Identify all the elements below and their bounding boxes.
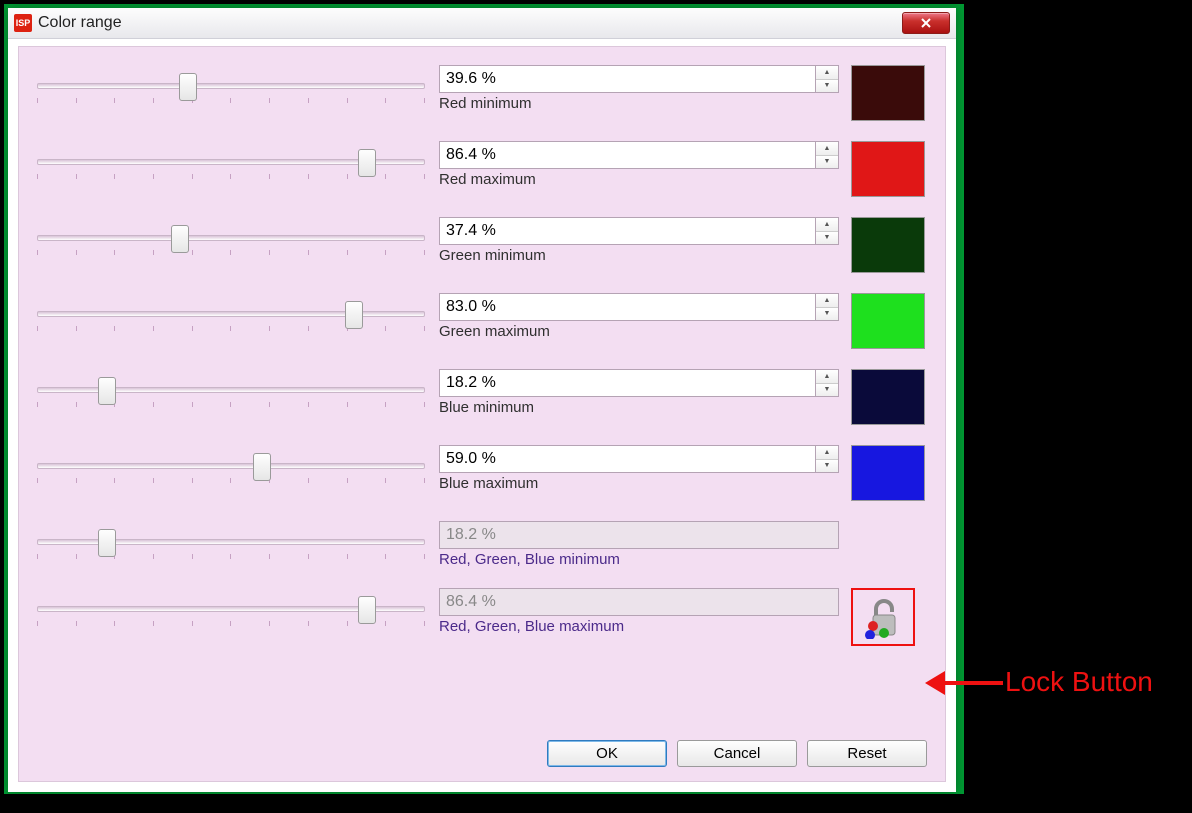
spin-up[interactable]: ▲: [816, 446, 838, 460]
titlebar[interactable]: ISP Color range: [8, 8, 956, 39]
close-icon: [920, 17, 932, 29]
spin-up[interactable]: ▲: [816, 142, 838, 156]
label-rgb-min: Red, Green, Blue minimum: [439, 551, 839, 568]
swatch-green-min: [851, 217, 925, 273]
value-input-green-min[interactable]: [439, 217, 815, 245]
slider-thumb[interactable]: [345, 301, 363, 329]
dialog-button-row: OK Cancel Reset: [547, 740, 927, 767]
slider-green-max[interactable]: [31, 299, 431, 329]
color-range-dialog: ISP Color range ▲▼Red minimum▲▼Red maxim…: [8, 8, 956, 792]
spin-down[interactable]: ▼: [816, 384, 838, 397]
dialog-body: ▲▼Red minimum▲▼Red maximum▲▼Green minimu…: [18, 46, 946, 782]
spin-up[interactable]: ▲: [816, 370, 838, 384]
row-rgb-max: ▲▼Red, Green, Blue maximum: [31, 588, 933, 646]
swatch-blue-min: [851, 369, 925, 425]
label-rgb-max: Red, Green, Blue maximum: [439, 618, 839, 635]
swatch-red-max: [851, 141, 925, 197]
window-title: Color range: [38, 14, 122, 32]
slider-green-min[interactable]: [31, 223, 431, 253]
slider-thumb[interactable]: [358, 149, 376, 177]
lock-button[interactable]: [851, 588, 915, 646]
slider-thumb[interactable]: [179, 73, 197, 101]
row-green-min: ▲▼ Green minimum: [31, 217, 933, 273]
cancel-button[interactable]: Cancel: [677, 740, 797, 767]
row-rgb-min: ▲▼Red, Green, Blue minimum: [31, 521, 933, 568]
swatch-green-max: [851, 293, 925, 349]
lock-icon: [862, 595, 904, 639]
slider-red-min[interactable]: [31, 71, 431, 101]
spin-down[interactable]: ▼: [816, 156, 838, 169]
value-input-rgb-min: [439, 521, 839, 549]
row-blue-max: ▲▼ Blue maximum: [31, 445, 933, 501]
spin-down[interactable]: ▼: [816, 308, 838, 321]
spin-down[interactable]: ▼: [816, 232, 838, 245]
value-input-rgb-max: [439, 588, 839, 616]
value-input-blue-max[interactable]: [439, 445, 815, 473]
slider-rgb-min[interactable]: [31, 527, 431, 557]
label-green-max: Green maximum: [439, 323, 839, 340]
value-input-green-max[interactable]: [439, 293, 815, 321]
annotation-label: Lock Button: [1005, 666, 1153, 698]
slider-rgb-max[interactable]: [31, 594, 431, 624]
slider-red-max[interactable]: [31, 147, 431, 177]
value-input-red-min[interactable]: [439, 65, 815, 93]
close-button[interactable]: [902, 12, 950, 34]
slider-thumb[interactable]: [171, 225, 189, 253]
spin-up[interactable]: ▲: [816, 294, 838, 308]
swatch-blue-max: [851, 445, 925, 501]
row-red-min: ▲▼ Red minimum: [31, 65, 933, 121]
reset-button[interactable]: Reset: [807, 740, 927, 767]
label-red-min: Red minimum: [439, 95, 839, 112]
spin-down[interactable]: ▼: [816, 80, 838, 93]
label-blue-min: Blue minimum: [439, 399, 839, 416]
label-red-max: Red maximum: [439, 171, 839, 188]
spin-up[interactable]: ▲: [816, 218, 838, 232]
spin-down[interactable]: ▼: [816, 460, 838, 473]
slider-thumb[interactable]: [98, 377, 116, 405]
slider-thumb[interactable]: [358, 596, 376, 624]
row-green-max: ▲▼ Green maximum: [31, 293, 933, 349]
value-input-blue-min[interactable]: [439, 369, 815, 397]
slider-thumb[interactable]: [98, 529, 116, 557]
row-blue-min: ▲▼ Blue minimum: [31, 369, 933, 425]
slider-thumb[interactable]: [253, 453, 271, 481]
value-input-red-max[interactable]: [439, 141, 815, 169]
ok-button[interactable]: OK: [547, 740, 667, 767]
swatch-red-min: [851, 65, 925, 121]
slider-blue-max[interactable]: [31, 451, 431, 481]
slider-blue-min[interactable]: [31, 375, 431, 405]
annotation-arrow-line: [943, 681, 1003, 685]
app-icon: ISP: [14, 14, 32, 32]
row-red-max: ▲▼ Red maximum: [31, 141, 933, 197]
spin-up[interactable]: ▲: [816, 66, 838, 80]
annotation-arrow-head: [925, 671, 945, 695]
label-blue-max: Blue maximum: [439, 475, 839, 492]
label-green-min: Green minimum: [439, 247, 839, 264]
